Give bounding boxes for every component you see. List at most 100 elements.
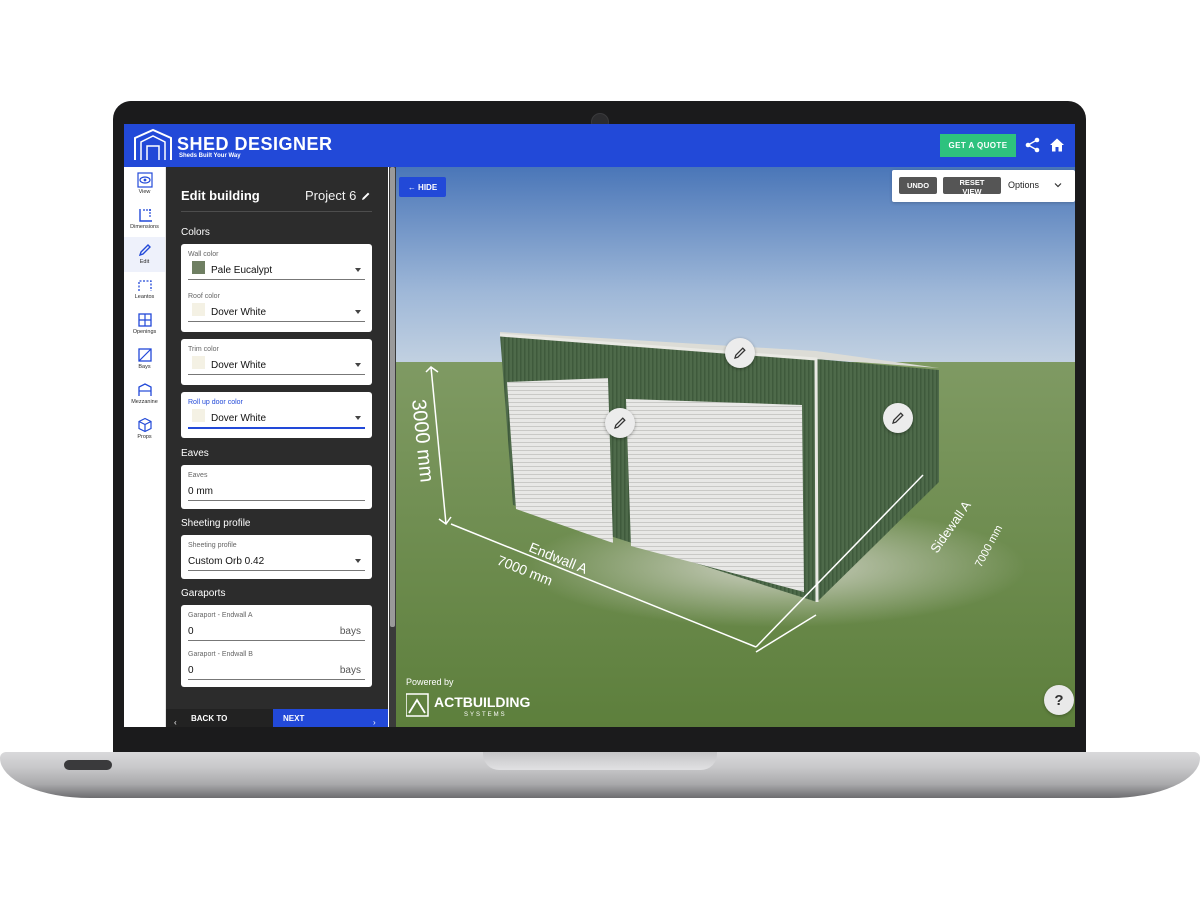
bays-icon (137, 348, 152, 362)
trim-card: Trim color Dover White (181, 339, 372, 385)
laptop-base (0, 752, 1200, 798)
rail-label: View (138, 189, 151, 195)
share-icon[interactable] (1024, 136, 1042, 154)
eaves-section-label: Eaves (181, 448, 209, 459)
input-value: 0 (188, 626, 194, 637)
sheeting-section-label: Sheeting profile (181, 518, 251, 529)
rail-item-leantos[interactable]: Leantos (124, 272, 165, 307)
rail-item-mezzanine[interactable]: Mezzanine (124, 377, 165, 412)
rail-label: Bays (138, 364, 151, 370)
scrollbar-thumb[interactable] (390, 167, 395, 627)
color-swatch (192, 303, 205, 316)
laptop-notch (483, 752, 717, 770)
eaves-field[interactable]: Eaves 0 mm (188, 472, 365, 501)
garaport-b-field[interactable]: Garaport - Endwall B 0 bays (188, 651, 365, 680)
roof-color-select[interactable]: Dover White (188, 303, 365, 322)
act-building-logo: ACTBUILDING SYSTEMS (406, 693, 531, 718)
select-value: Dover White (211, 307, 267, 318)
shed-scene[interactable]: 3000 mm Endwall A 7000 mm Sidewall A 700… (396, 167, 1075, 727)
chevron-down-icon (355, 416, 361, 420)
garaport-a-field[interactable]: Garaport - Endwall A 0 bays (188, 612, 365, 641)
pencil-icon (614, 417, 626, 429)
powered-by-text: Powered by (406, 677, 454, 687)
pencil-icon (734, 347, 746, 359)
brand-title: SHED DESIGNER (177, 134, 333, 154)
sheeting-select[interactable]: Custom Orb 0.42 (188, 553, 365, 571)
app-header: SHED DESIGNER Sheds Built Your Way GET A… (124, 124, 1075, 167)
color-swatch (192, 409, 205, 422)
door-card: Roll up door color Dover White (181, 392, 372, 438)
input-value: 0 (188, 665, 194, 676)
brand-subtitle: Sheds Built Your Way (179, 153, 241, 159)
rail-label: Mezzanine (131, 399, 158, 405)
wall-color-select[interactable]: Pale Eucalypt (188, 261, 365, 280)
next-button[interactable]: NEXT (273, 709, 388, 727)
get-a-quote-button[interactable]: GET A QUOTE (940, 134, 1016, 157)
unit-label: bays (339, 626, 361, 637)
dimensions-icon (138, 209, 152, 222)
rail-item-props[interactable]: Props (124, 412, 165, 447)
tool-rail: View Dimensions Edit Leantos Openings Ba… (124, 167, 166, 727)
rail-item-view[interactable]: View (124, 167, 165, 202)
panel-divider (181, 211, 372, 212)
trim-color-field[interactable]: Trim color Dover White (188, 346, 365, 375)
field-label: Roof color (188, 293, 220, 300)
laptop-vent (64, 760, 112, 770)
wall-color-field[interactable]: Wall color Pale Eucalypt (188, 251, 365, 280)
door-color-select[interactable]: Dover White (188, 409, 365, 429)
panel-title: Edit building (181, 188, 260, 203)
door-color-field[interactable]: Roll up door color Dover White (188, 399, 365, 429)
pencil-icon (892, 412, 904, 424)
shed-logo-icon (134, 128, 172, 160)
rail-item-dimensions[interactable]: Dimensions (124, 202, 165, 237)
eaves-input[interactable]: 0 mm (188, 483, 365, 501)
undo-button[interactable]: UNDO (899, 177, 937, 194)
reset-view-button[interactable]: RESET VIEW (943, 177, 1001, 196)
garaport-b-input[interactable]: 0 bays (188, 662, 365, 680)
chevron-down-icon (355, 310, 361, 314)
edit-endwall-button[interactable] (605, 408, 635, 438)
color-swatch (192, 356, 205, 369)
rail-item-openings[interactable]: Openings (124, 307, 165, 342)
rail-item-edit[interactable]: Edit (124, 237, 165, 272)
colors-section-label: Colors (181, 227, 210, 238)
rail-label: Dimensions (130, 224, 159, 230)
project-name[interactable]: Project 6 (305, 188, 356, 203)
garaports-section-label: Garaports (181, 588, 226, 599)
app-screen: SHED DESIGNER Sheds Built Your Way GET A… (124, 124, 1075, 727)
select-value: Custom Orb 0.42 (188, 556, 265, 567)
3d-viewport[interactable]: 3000 mm Endwall A 7000 mm Sidewall A 700… (396, 167, 1075, 727)
sheeting-card: Sheeting profile Custom Orb 0.42 (181, 535, 372, 579)
panel-scrollbar[interactable] (389, 167, 396, 727)
sheeting-field[interactable]: Sheeting profile Custom Orb 0.42 (188, 542, 365, 571)
trim-color-select[interactable]: Dover White (188, 356, 365, 375)
unit-label: bays (339, 665, 361, 676)
mezzanine-icon (137, 383, 152, 396)
edit-panel: Edit building Project 6 Colors Wall colo… (166, 167, 388, 727)
eaves-card: Eaves 0 mm (181, 465, 372, 509)
cube-icon (137, 417, 152, 433)
back-button[interactable]: BACK TO (166, 709, 273, 727)
select-value: Dover White (211, 360, 267, 371)
garaports-card: Garaport - Endwall A 0 bays Garaport - E… (181, 605, 372, 687)
rail-label: Openings (132, 329, 157, 335)
chevron-down-icon[interactable] (1054, 181, 1062, 189)
edit-roof-button[interactable] (725, 338, 755, 368)
options-label[interactable]: Options (1008, 180, 1039, 190)
field-label: Wall color (188, 251, 219, 258)
help-button[interactable]: ? (1044, 685, 1074, 715)
chevron-down-icon (355, 363, 361, 367)
eye-icon (136, 172, 153, 188)
garaport-a-input[interactable]: 0 bays (188, 623, 365, 641)
hide-panel-button[interactable]: ← HIDE (399, 177, 446, 197)
edit-sidewall-button[interactable] (883, 403, 913, 433)
edit-project-icon[interactable] (361, 191, 371, 201)
roof-color-field[interactable]: Roof color Dover White (188, 293, 365, 322)
home-icon[interactable] (1048, 136, 1066, 154)
chevron-down-icon (355, 559, 361, 563)
rail-item-bays[interactable]: Bays (124, 342, 165, 377)
view-toolbar: UNDO RESET VIEW Options (892, 170, 1075, 202)
color-swatch (192, 261, 205, 274)
openings-icon (137, 313, 152, 327)
leanto-icon (137, 280, 152, 291)
